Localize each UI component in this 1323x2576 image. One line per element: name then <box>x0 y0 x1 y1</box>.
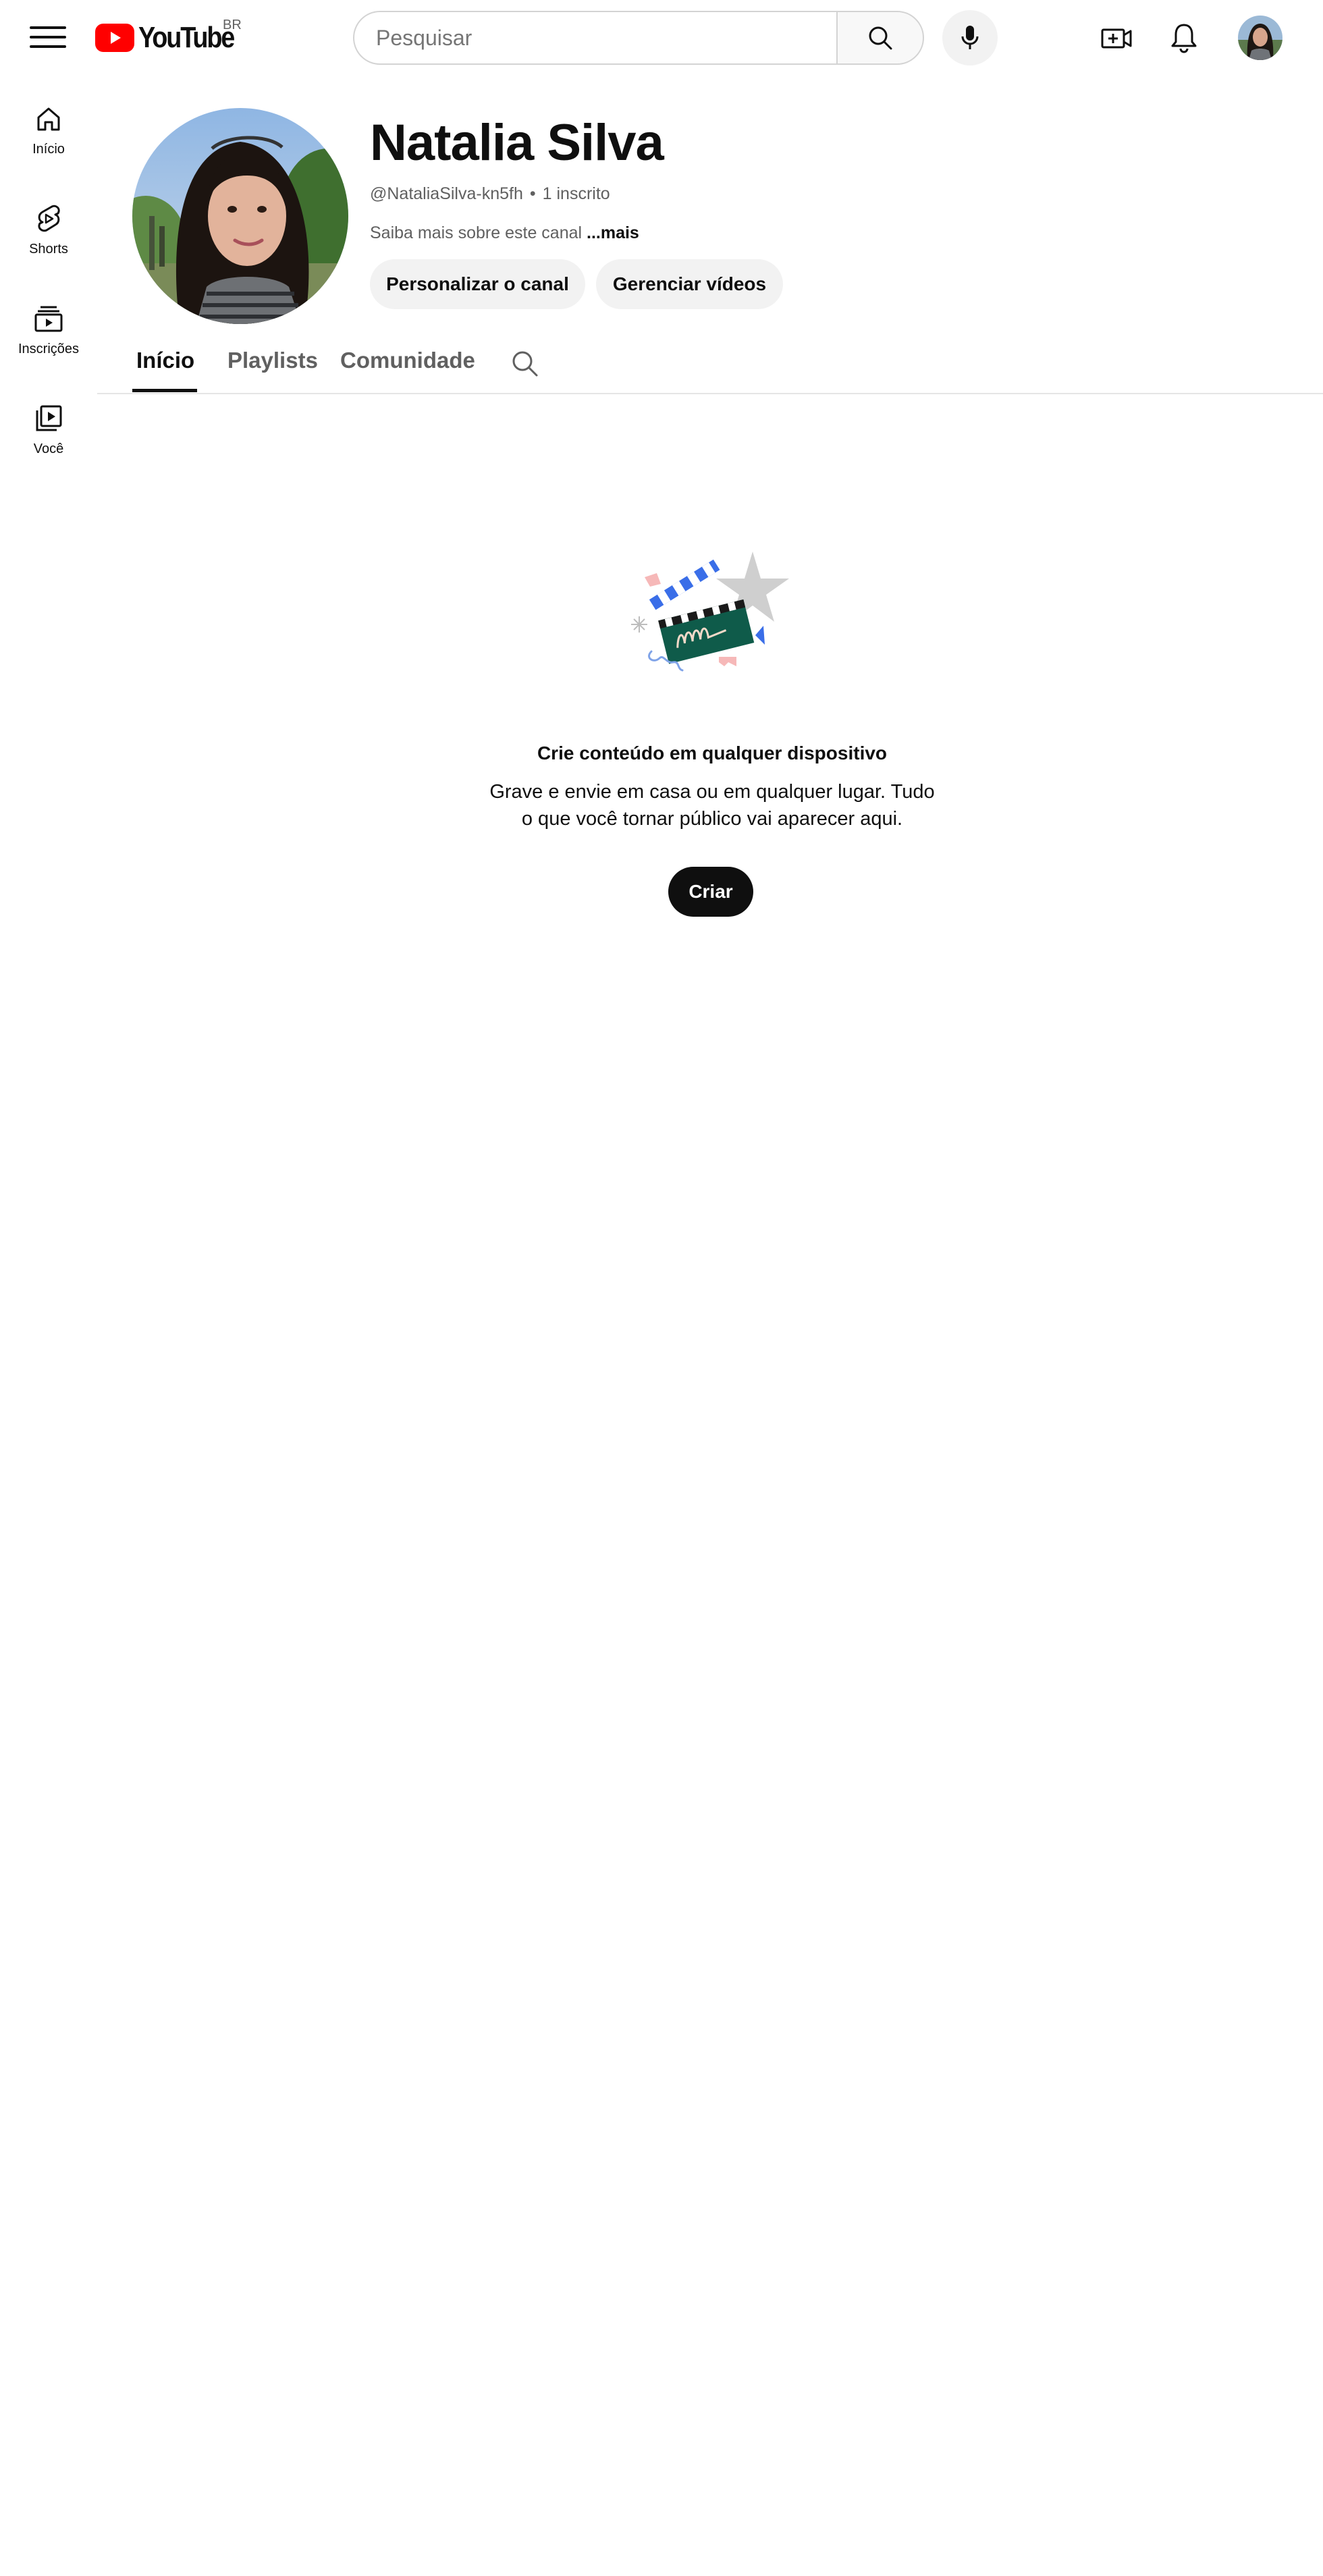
meta-separator: • <box>529 184 536 203</box>
channel-handle: @NataliaSilva-kn5fh <box>370 184 523 203</box>
tab-community[interactable]: Comunidade <box>340 348 475 392</box>
empty-state-description-line-2: o que você tornar público vai aparecer a… <box>521 808 903 830</box>
guide-item-label: Inscrições <box>18 342 80 356</box>
guide-item-home[interactable]: Início <box>0 74 97 162</box>
tabs-divider <box>97 393 1323 394</box>
account-avatar[interactable] <box>1238 16 1282 60</box>
video-camera-plus-icon <box>1101 28 1132 49</box>
shorts-icon <box>32 203 65 235</box>
channel-avatar-photo <box>132 108 348 324</box>
subscriber-count: 1 inscrito <box>542 184 610 203</box>
voice-search-button[interactable] <box>942 10 998 65</box>
menu-icon[interactable] <box>30 24 66 51</box>
channel-search-button[interactable] <box>508 347 541 379</box>
guide-item-subscriptions[interactable]: Inscrições <box>0 274 97 362</box>
channel-meta: @NataliaSilva-kn5fh • 1 inscrito <box>370 184 610 204</box>
create-content-button[interactable]: Criar <box>668 867 753 917</box>
about-more-link[interactable]: ...mais <box>587 223 639 242</box>
clapperboard-illustration <box>624 550 796 685</box>
search-input[interactable] <box>354 12 838 63</box>
tab-home[interactable]: Início <box>136 348 194 392</box>
subscriptions-icon <box>32 302 65 335</box>
channel-avatar[interactable] <box>132 108 348 324</box>
guide-item-label: Você <box>33 441 64 456</box>
masthead: YouTube BR <box>0 0 1323 74</box>
about-text: Saiba mais sobre este canal <box>370 223 583 242</box>
search-box <box>353 11 838 65</box>
avatar-photo-icon <box>1238 16 1282 60</box>
guide-item-label: Início <box>32 142 65 157</box>
create-button[interactable] <box>1098 20 1135 57</box>
youtube-channel-page: YouTube BR Pesquisar Início Shorts Inscr… <box>0 0 1323 2576</box>
you-library-icon <box>32 402 65 435</box>
guide-item-you[interactable]: Você <box>0 374 97 462</box>
active-tab-indicator <box>132 389 197 392</box>
empty-state-title: Crie conteúdo em qualquer dispositivo <box>537 743 888 763</box>
search-button[interactable] <box>836 11 924 65</box>
microphone-icon <box>961 26 979 49</box>
guide-item-shorts[interactable]: Shorts <box>0 174 97 262</box>
bell-icon <box>1171 24 1197 53</box>
notifications-button[interactable] <box>1166 19 1202 57</box>
empty-state-description-line-1: Grave e envie em casa ou em qualquer lug… <box>489 781 935 803</box>
country-code: BR <box>223 18 242 32</box>
youtube-wordmark: YouTube <box>138 21 235 54</box>
youtube-play-icon <box>95 24 134 52</box>
guide-item-label: Shorts <box>29 242 68 257</box>
manage-videos-button[interactable]: Gerenciar vídeos <box>596 259 783 309</box>
channel-name: Natalia Silva <box>370 114 664 171</box>
search-icon <box>512 351 538 377</box>
channel-about-link[interactable]: Saiba mais sobre este canal ...mais <box>370 223 639 243</box>
search-icon <box>869 26 892 50</box>
customize-channel-button[interactable]: Personalizar o canal <box>370 259 585 309</box>
home-icon <box>32 103 65 135</box>
tab-playlists[interactable]: Playlists <box>227 348 318 392</box>
